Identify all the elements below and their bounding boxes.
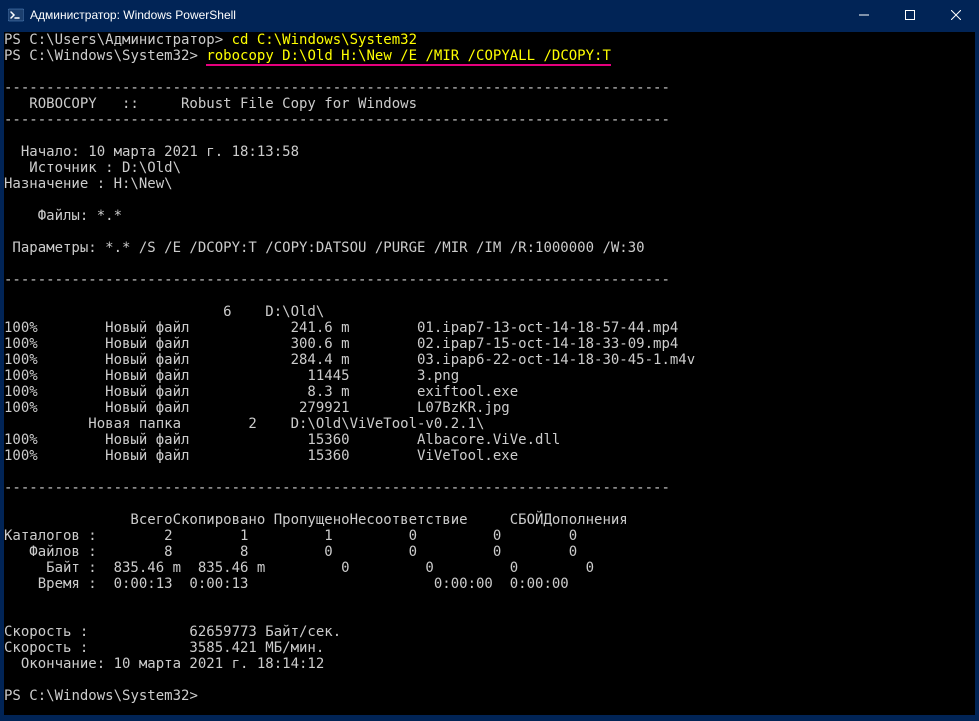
- titlebar[interactable]: Администратор: Windows PowerShell: [0, 0, 979, 30]
- maximize-button[interactable]: [887, 0, 933, 30]
- blank: [4, 256, 12, 272]
- close-button[interactable]: [933, 0, 979, 30]
- robocopy-header: ROBOCOPY :: Robust File Copy for Windows: [4, 96, 417, 112]
- summary-time: Время : 0:00:13 0:00:13 0:00:00 0:00:00: [4, 576, 569, 592]
- prompt-line-1: PS C:\Users\Администратор> cd C:\Windows…: [4, 32, 417, 48]
- window-controls: [841, 0, 979, 30]
- file-entry: 100% Новый файл 284.4 m 03.ipap6-22-oct-…: [4, 352, 695, 368]
- source-path: Источник : D:\Old\: [4, 160, 181, 176]
- prompt-line-3: PS C:\Windows\System32>: [4, 688, 206, 704]
- blank: [4, 496, 12, 512]
- divider: ----------------------------------------…: [4, 80, 670, 96]
- dest-path: Назначение : H:\New\: [4, 176, 173, 192]
- files-filter: Файлы: *.*: [4, 208, 122, 224]
- blank: [4, 608, 12, 624]
- powershell-icon: [8, 7, 24, 23]
- speed-bytes: Скорость : 62659773 Байт/сек.: [4, 624, 341, 640]
- terminal-frame: PS C:\Users\Администратор> cd C:\Windows…: [0, 30, 979, 721]
- file-entry: 100% Новый файл 300.6 m 02.ipap7-15-oct-…: [4, 336, 678, 352]
- command-cd: cd C:\Windows\System32: [232, 32, 417, 48]
- end-time: Окончание: 10 марта 2021 г. 18:14:12: [4, 656, 324, 672]
- file-entry: 100% Новый файл 15360 ViVeTool.exe: [4, 448, 518, 464]
- minimize-button[interactable]: [841, 0, 887, 30]
- window-title: Администратор: Windows PowerShell: [30, 8, 841, 22]
- speed-mb: Скорость : 3585.421 МБ/мин.: [4, 640, 324, 656]
- dir-entry: 6 D:\Old\: [4, 304, 324, 320]
- file-entry: 100% Новый файл 8.3 m exiftool.exe: [4, 384, 518, 400]
- summary-files: Файлов : 8 8 0 0 0 0: [4, 544, 577, 560]
- summary-bytes: Байт : 835.46 m 835.46 m 0 0 0 0: [4, 560, 594, 576]
- command-robocopy: robocopy D:\Old H:\New /E /MIR /COPYALL …: [206, 48, 611, 66]
- blank: [4, 64, 12, 80]
- blank: [4, 192, 12, 208]
- start-time: Начало: 10 марта 2021 г. 18:13:58: [4, 144, 299, 160]
- blank: [4, 672, 12, 688]
- blank: [4, 224, 12, 240]
- blank: [4, 464, 12, 480]
- file-entry: 100% Новый файл 279921 L07BzKR.jpg: [4, 400, 510, 416]
- dir-entry: Новая папка 2 D:\Old\ViVeTool-v0.2.1\: [4, 416, 484, 432]
- terminal-output[interactable]: PS C:\Users\Администратор> cd C:\Windows…: [4, 32, 975, 715]
- file-entry: 100% Новый файл 15360 Albacore.ViVe.dll: [4, 432, 560, 448]
- prompt-line-2: PS C:\Windows\System32> robocopy D:\Old …: [4, 48, 611, 66]
- file-entry: 100% Новый файл 11445 3.png: [4, 368, 459, 384]
- summary-dirs: Каталогов : 2 1 1 0 0 0: [4, 528, 577, 544]
- file-entry: 100% Новый файл 241.6 m 01.ipap7-13-oct-…: [4, 320, 678, 336]
- divider: ----------------------------------------…: [4, 480, 670, 496]
- summary-header: ВсегоСкопировано ПропущеноНесоответствие…: [4, 512, 628, 528]
- parameters: Параметры: *.* /S /E /DCOPY:T /COPY:DATS…: [4, 240, 645, 256]
- blank: [4, 288, 12, 304]
- blank: [4, 592, 12, 608]
- divider: ----------------------------------------…: [4, 112, 670, 128]
- divider: ----------------------------------------…: [4, 272, 670, 288]
- blank: [4, 128, 12, 144]
